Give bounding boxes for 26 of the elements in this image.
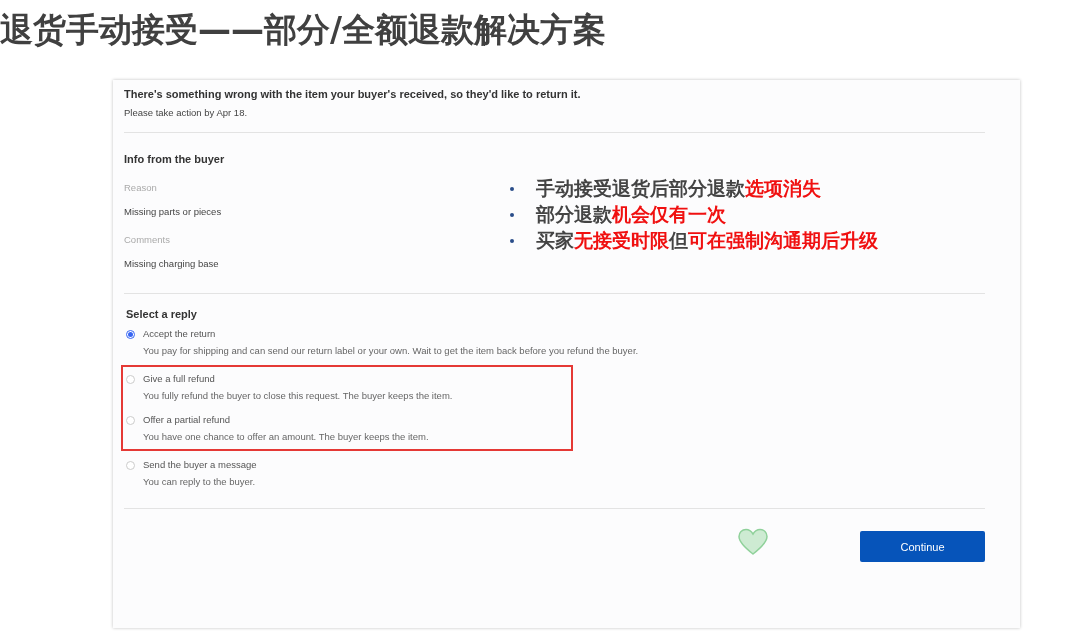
heart-icon [738,527,768,556]
field-value: Missing charging base [124,257,220,271]
bullet-icon [510,239,514,243]
bullet-icon [510,213,514,217]
radio-button[interactable] [126,330,135,339]
option-label: Accept the return [143,327,217,341]
option-label: Give a full refund [143,372,216,386]
field-label: Reason [124,181,158,195]
bullet-icon [510,187,514,191]
field-value: Missing parts or pieces [124,205,223,219]
option-description: You can reply to the buyer. [143,475,257,489]
option-label: Offer a partial refund [143,413,231,427]
deadline-text: Please take action by Apr 18. [124,106,249,120]
option-description: You pay for shipping and can send our return label or your own. Wait to get the item back before you refund the buyer. [143,344,639,358]
note-text: 手动接受退货后部分退款选项消失 [536,176,821,201]
option-description: You have one chance to offer an amount. The buyer keeps the item. [143,430,429,444]
field-label: Comments [124,233,171,247]
note-text: 部分退款机会仅有一次 [536,202,726,227]
continue-button[interactable]: Continue [860,531,985,562]
slide-title: 退货手动接受——部分/全额退款解决方案 [0,9,607,51]
section-title: Info from the buyer [124,152,226,167]
option-label: Send the buyer a message [143,458,257,472]
note-text: 买家无接受时限但可在强制沟通期后升级 [536,228,878,253]
section-title: Select a reply [126,307,198,322]
option-description: You fully refund the buyer to close this request. The buyer keeps the item. [143,389,453,403]
request-heading: There's something wrong with the item your buyer's received, so they'd like to return it. [124,87,582,102]
